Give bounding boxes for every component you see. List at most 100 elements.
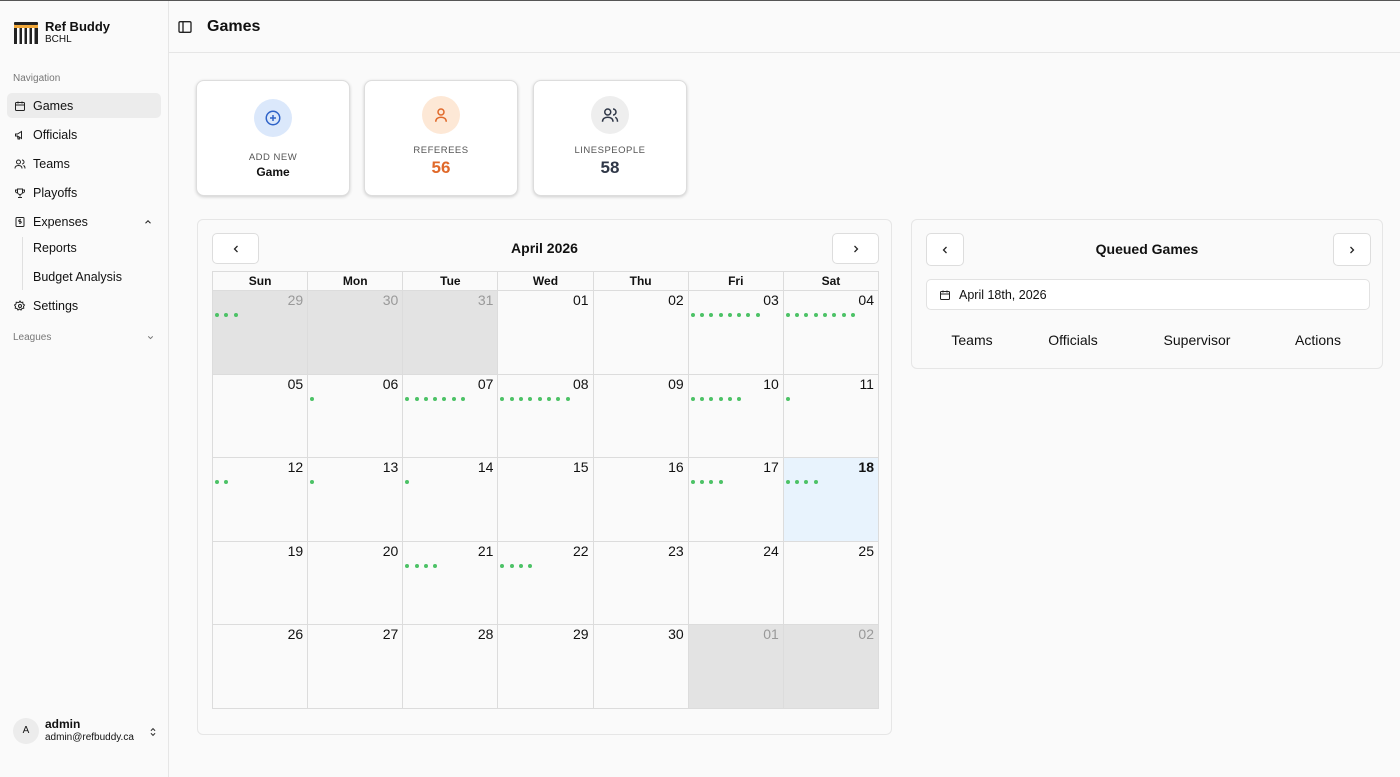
game-dot xyxy=(795,313,800,317)
add-label: ADD NEW xyxy=(248,152,298,163)
day-number: 01 xyxy=(572,292,589,308)
calendar-day[interactable]: 04 xyxy=(783,291,879,375)
game-indicators xyxy=(215,480,234,485)
game-dot xyxy=(804,480,809,485)
game-dot xyxy=(785,480,790,485)
user-name: admin xyxy=(45,717,81,731)
day-number: 30 xyxy=(668,626,684,643)
calendar-day[interactable]: 28 xyxy=(403,625,499,709)
calendar-day[interactable]: 14 xyxy=(403,458,499,542)
game-dot xyxy=(519,563,524,568)
calendar-day[interactable]: 12 xyxy=(213,458,309,542)
sidebar-item-playoffs[interactable]: Playoffs xyxy=(7,180,161,205)
game-dot xyxy=(500,396,505,401)
calendar-day[interactable]: 07 xyxy=(403,374,499,459)
user-menu[interactable]: A admin admin@refbuddy.ca xyxy=(13,717,158,744)
calendar-day[interactable]: 19 xyxy=(213,541,309,626)
sidebar-subitem-reports[interactable]: Reports xyxy=(33,241,77,255)
game-indicators xyxy=(310,396,319,401)
app-name: Ref Buddy xyxy=(45,19,110,34)
sidebar-toggle-icon[interactable] xyxy=(177,19,193,35)
game-indicators xyxy=(215,313,243,317)
column-header-actions: Actions xyxy=(1295,332,1341,348)
calendar-day[interactable]: 11 xyxy=(783,374,879,459)
calendar-day[interactable]: 20 xyxy=(308,541,404,626)
calendar-day[interactable]: 25 xyxy=(783,541,879,626)
calendar-day[interactable]: 29 xyxy=(213,291,309,375)
game-indicators xyxy=(690,480,728,485)
sidebar-item-settings[interactable]: Settings xyxy=(7,293,161,318)
chevron-down-icon xyxy=(147,336,154,340)
game-dot xyxy=(414,563,419,568)
queue-next-button[interactable] xyxy=(1333,233,1371,266)
game-dot xyxy=(690,396,695,401)
chevrons-up-down-icon xyxy=(150,727,156,737)
game-dot xyxy=(310,396,315,401)
day-number: 06 xyxy=(382,375,399,392)
leagues-toggle[interactable]: Leagues xyxy=(13,332,155,343)
calendar-day[interactable]: 31 xyxy=(403,291,499,375)
referee-icon-wrap xyxy=(422,96,460,134)
game-indicators xyxy=(785,313,860,317)
calendar-day[interactable]: 24 xyxy=(688,541,784,626)
weekday-header: Wed xyxy=(498,272,594,291)
referees-card[interactable]: REFEREES 56 xyxy=(364,80,518,196)
queue-date-value: April 18th, 2026 xyxy=(959,287,1047,302)
calendar-day[interactable]: 22 xyxy=(498,541,594,626)
sidebar-item-officials[interactable]: Officials xyxy=(7,122,161,147)
calendar-day[interactable]: 08 xyxy=(498,374,594,459)
calendar-day-today[interactable]: 18 xyxy=(783,458,879,542)
calendar-day[interactable]: 21 xyxy=(403,541,499,626)
day-number: 11 xyxy=(859,375,874,392)
day-number: 24 xyxy=(763,542,779,559)
game-dot xyxy=(709,313,714,317)
day-number: 25 xyxy=(858,542,874,559)
calendar-day[interactable]: 17 xyxy=(688,458,784,542)
add-game-card[interactable]: ADD NEW Game xyxy=(196,80,350,196)
calendar-day[interactable]: 15 xyxy=(498,458,594,542)
calendar-day[interactable]: 16 xyxy=(593,458,689,542)
nav-heading: Navigation xyxy=(13,73,61,84)
game-dot xyxy=(414,396,419,401)
sidebar-item-label: Games xyxy=(33,98,74,113)
calendar-day[interactable]: 02 xyxy=(783,625,879,709)
calendar-day[interactable]: 23 xyxy=(593,541,689,626)
game-dot xyxy=(310,480,315,485)
weekday-header: Fri xyxy=(688,272,784,291)
sidebar-item-teams[interactable]: Teams xyxy=(7,151,161,176)
calendar-day[interactable]: 06 xyxy=(308,374,404,459)
day-number: 14 xyxy=(477,459,494,476)
game-dot xyxy=(718,396,723,401)
linespeople-card[interactable]: LINESPEOPLE 58 xyxy=(533,80,687,196)
chevron-up-icon xyxy=(145,219,151,224)
page-title: Games xyxy=(207,17,261,35)
calendar-day[interactable]: 29 xyxy=(498,625,594,709)
game-dot xyxy=(690,480,695,485)
next-month-button[interactable] xyxy=(832,233,879,264)
day-number: 18 xyxy=(858,459,874,476)
calendar-day[interactable]: 30 xyxy=(593,625,689,709)
calendar-day[interactable]: 05 xyxy=(213,374,309,459)
brand[interactable]: Ref Buddy BCHL xyxy=(0,1,168,46)
calendar-day[interactable]: 27 xyxy=(308,625,404,709)
sidebar-subitem-budget-analysis[interactable]: Budget Analysis xyxy=(33,270,122,284)
sidebar-item-games[interactable]: Games xyxy=(7,93,161,118)
sidebar-item-expenses[interactable]: Expenses xyxy=(7,209,161,234)
queue-date-picker[interactable]: April 18th, 2026 xyxy=(926,279,1370,310)
weekday-header: Thu xyxy=(593,272,689,291)
calendar-day[interactable]: 01 xyxy=(498,291,594,375)
game-dot xyxy=(224,480,229,485)
calendar-day[interactable]: 01 xyxy=(688,625,784,709)
calendar-day[interactable]: 03 xyxy=(688,291,784,375)
calendar-day[interactable]: 10 xyxy=(688,374,784,459)
calendar-day[interactable]: 09 xyxy=(593,374,689,459)
calendar-day[interactable]: 30 xyxy=(308,291,404,375)
game-dot xyxy=(224,313,229,317)
column-header-teams: Teams xyxy=(951,332,993,348)
game-dot xyxy=(718,313,723,317)
calendar-day[interactable]: 26 xyxy=(213,625,309,709)
weekday-header-row: Sun Mon Tue Wed Thu Fri Sat xyxy=(213,272,879,291)
calendar-day[interactable]: 02 xyxy=(593,291,689,375)
calendar-day[interactable]: 13 xyxy=(308,458,404,542)
gear-icon xyxy=(14,299,26,311)
